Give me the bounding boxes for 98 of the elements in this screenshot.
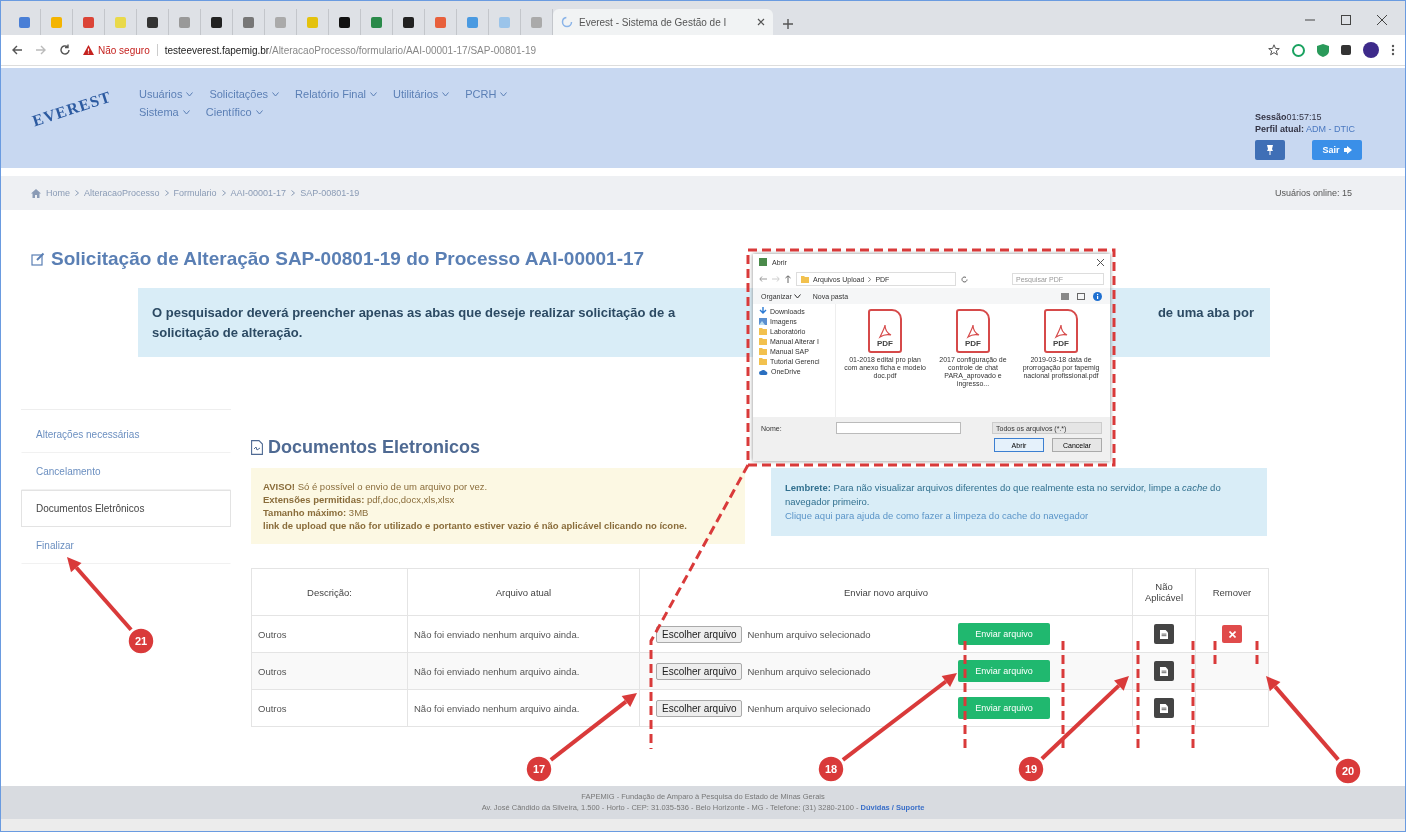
- table-cell: Outros: [251, 652, 408, 690]
- maximize-icon[interactable]: [1341, 15, 1351, 25]
- caret-icon: [442, 91, 450, 97]
- warning-text: AVISO! Só é possível o envio de um arquivo por vez.: [263, 480, 489, 493]
- download-icon: [759, 307, 767, 315]
- page-title: Solicitação de Alteração SAP-00801-19 do Processo AAI-00001-17: [51, 248, 645, 270]
- loading-icon: [561, 16, 573, 28]
- session-timer: Sessão01:57:15: [1255, 112, 1323, 122]
- table-cell: Não foi enviado nenhum arquivo ainda.: [407, 652, 640, 690]
- close-icon: [1228, 630, 1236, 638]
- document-icon: [1160, 628, 1168, 640]
- favicon-icon[interactable]: [402, 15, 415, 29]
- refresh-icon[interactable]: [961, 275, 968, 283]
- not-applicable-button[interactable]: [1154, 624, 1174, 644]
- close-icon[interactable]: [757, 18, 765, 26]
- warning-icon: [83, 45, 94, 55]
- edit-icon: [31, 252, 45, 266]
- callout-badge: 19: [1017, 755, 1045, 783]
- column-header: Remover: [1195, 568, 1269, 616]
- pin-icon: [1267, 145, 1273, 155]
- choose-file-button[interactable]: Escolher arquivo: [656, 699, 743, 717]
- view-icon[interactable]: [1061, 292, 1069, 300]
- extension-icon[interactable]: [1292, 43, 1305, 57]
- file-status: Nenhum arquivo selecionado: [747, 702, 871, 714]
- app-icon: [759, 258, 767, 266]
- help-icon[interactable]: [1093, 291, 1102, 301]
- table-cell: Outros: [251, 689, 408, 727]
- url-text[interactable]: testeeverest.fapemig.br/AlteracaoProcesso/formulario/AAI-00001-17/SAP-00801-19: [164, 44, 536, 56]
- warning-text: Tamanho máximo: 3MB: [263, 506, 370, 519]
- callout-badge: 20: [1334, 757, 1362, 785]
- chevron-icon: [164, 190, 169, 196]
- callout-badge: 21: [127, 627, 155, 655]
- up-icon[interactable]: [785, 275, 791, 283]
- file-name-field[interactable]: [835, 422, 961, 434]
- notice-text: O pesquisador deverá preencher apenas as abas que deseje realizar solicitação de a solicitação de alteração.: [152, 304, 676, 342]
- cloud-icon: [759, 368, 768, 375]
- remove-button[interactable]: [1222, 625, 1242, 643]
- sidebar-tab[interactable]: Documentos Eletrônicos: [21, 490, 231, 527]
- back-icon[interactable]: [11, 44, 23, 56]
- new-tab-icon[interactable]: [783, 19, 793, 29]
- file-status: Nenhum arquivo selecionado: [747, 628, 871, 640]
- caret-icon: [500, 91, 508, 97]
- pane-icon[interactable]: [1077, 292, 1085, 300]
- more-icon[interactable]: [1391, 44, 1395, 56]
- close-icon[interactable]: [1377, 15, 1387, 25]
- caret-icon: [793, 293, 801, 299]
- sidebar-tab[interactable]: Alterações necessárias: [21, 416, 231, 453]
- not-applicable-button[interactable]: [1154, 661, 1174, 681]
- shield-icon[interactable]: [1317, 43, 1329, 57]
- folder-icon: [801, 275, 809, 283]
- section-title: Documentos Eletronicos: [268, 437, 481, 458]
- caret-icon: [255, 109, 263, 115]
- warning-text: link de upload que não for utilizado e portanto estiver vazio é não aplicável clicando no ícone.: [263, 519, 688, 532]
- avatar-icon[interactable]: [1363, 42, 1379, 58]
- column-header: Descrição:: [251, 568, 408, 616]
- column-header: Arquivo atual: [407, 568, 640, 616]
- pdf-file-icon[interactable]: PDF: [868, 309, 902, 353]
- document-icon: [251, 440, 263, 455]
- chevron-icon: [221, 190, 226, 196]
- browser-tab[interactable]: Everest - Sistema de Gestão de I: [553, 9, 773, 35]
- reminder-text: Lembrete: Para não visualizar arquivos diferentes do que realmente esta no servidor, limpe a cache do navegador primeiro.: [785, 481, 1222, 509]
- favicon-icon[interactable]: [210, 15, 223, 29]
- pdf-file-icon[interactable]: PDF: [956, 309, 990, 353]
- logout-icon: [1343, 146, 1352, 154]
- caret-icon: [370, 91, 378, 97]
- notice-text: de uma aba por: [1157, 304, 1254, 322]
- table-cell: Outros: [251, 615, 408, 653]
- column-header: Não Aplicável: [1132, 568, 1196, 616]
- pin-button[interactable]: [1255, 140, 1285, 160]
- callout-badge: 18: [817, 755, 845, 783]
- chevron-icon: [868, 276, 872, 282]
- caret-icon: [272, 91, 280, 97]
- extension-icon[interactable]: [1341, 45, 1351, 55]
- favicon-icon[interactable]: [146, 15, 159, 29]
- not-applicable-button[interactable]: [1154, 698, 1174, 718]
- security-status[interactable]: Não seguro: [98, 44, 150, 56]
- star-icon[interactable]: [1268, 44, 1280, 56]
- document-icon: [1160, 665, 1168, 677]
- document-icon: [1160, 702, 1168, 714]
- favicon-icon[interactable]: [338, 15, 351, 29]
- choose-file-button[interactable]: Escolher arquivo: [656, 625, 743, 643]
- caret-icon: [186, 91, 194, 97]
- table-cell: Não foi enviado nenhum arquivo ainda.: [407, 615, 640, 653]
- callout-badge: 17: [525, 755, 553, 783]
- chevron-icon: [291, 190, 296, 196]
- warning-text: Extensões permitidas: pdf,doc,docx,xls,xlsx: [263, 493, 456, 506]
- online-users: Usuários online: 15: [1275, 188, 1354, 198]
- choose-file-button[interactable]: Escolher arquivo: [656, 662, 743, 680]
- images-icon: [759, 318, 767, 325]
- column-header: Enviar novo arquivo: [639, 568, 1133, 616]
- home-icon[interactable]: [31, 188, 41, 198]
- pdf-file-icon[interactable]: PDF: [1044, 309, 1078, 353]
- file-status: Nenhum arquivo selecionado: [747, 665, 871, 677]
- caret-icon: [182, 109, 190, 115]
- chevron-icon: [75, 190, 79, 196]
- profile-label: Perfil atual: ADM - DTIC: [1255, 124, 1357, 134]
- close-icon[interactable]: [1097, 258, 1104, 266]
- reload-icon[interactable]: [59, 44, 71, 56]
